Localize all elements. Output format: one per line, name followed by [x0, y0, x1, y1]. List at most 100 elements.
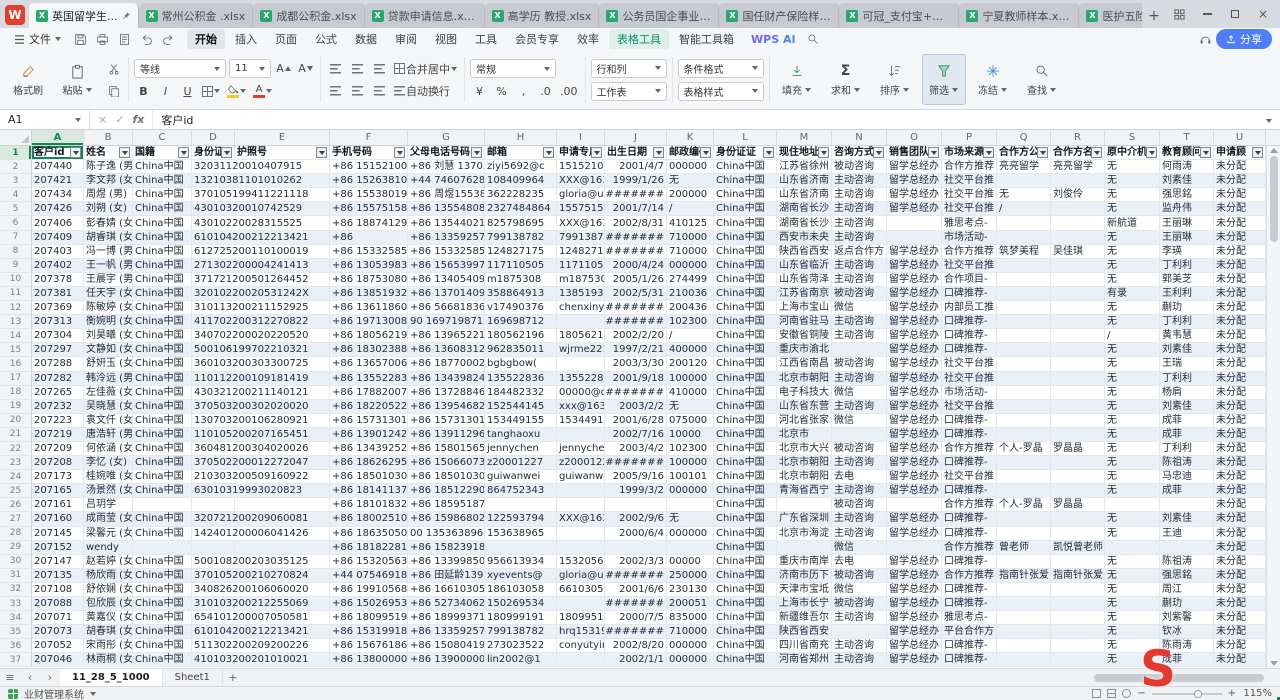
- cell[interactable]: 北京市朝阳: [777, 372, 832, 386]
- cell[interactable]: 吴佳琪: [1051, 245, 1105, 259]
- cell[interactable]: 207219: [32, 428, 84, 442]
- row-header-25[interactable]: 25: [0, 484, 32, 498]
- cell[interactable]: 重庆市南岸: [777, 555, 832, 569]
- row-header-34[interactable]: 34: [0, 611, 32, 625]
- cell[interactable]: 主动咨询: [832, 653, 887, 667]
- cell[interactable]: [997, 456, 1051, 470]
- cell[interactable]: 102300: [667, 442, 714, 456]
- cell[interactable]: 西安市未央: [777, 231, 832, 245]
- cell[interactable]: 留学总经办: [887, 555, 942, 569]
- header-cell-S[interactable]: 原中介机: [1105, 146, 1160, 160]
- cell[interactable]: 360103200303300725: [192, 357, 235, 371]
- cell[interactable]: 610104200212213421: [192, 625, 235, 639]
- header-cell-P[interactable]: 市场来源: [942, 146, 997, 160]
- cell[interactable]: [1051, 357, 1105, 371]
- cell[interactable]: jennychen: [557, 442, 605, 456]
- cell[interactable]: 刘素佳: [1160, 343, 1214, 357]
- cell[interactable]: 河南省郑州: [777, 653, 832, 667]
- cell[interactable]: China中国: [714, 287, 777, 301]
- cell[interactable]: 2001/6/28: [605, 414, 667, 428]
- cell[interactable]: 799138782: [485, 231, 557, 245]
- cell[interactable]: 刘朔 (女): [84, 202, 133, 216]
- cell[interactable]: [997, 386, 1051, 400]
- cell[interactable]: China中国: [714, 484, 777, 498]
- cell[interactable]: 口碑推荐-: [942, 512, 997, 526]
- cell[interactable]: China中国: [714, 329, 777, 343]
- cell[interactable]: +86 13552283: [330, 372, 408, 386]
- filter-dropdown-button[interactable]: [873, 147, 884, 158]
- cell[interactable]: 2002/3/3: [605, 555, 667, 569]
- filter-dropdown-button[interactable]: [543, 147, 554, 158]
- cell[interactable]: 重庆市渝北: [777, 343, 832, 357]
- cell[interactable]: 无: [1105, 188, 1160, 202]
- cell[interactable]: /: [667, 329, 714, 343]
- cut-button[interactable]: [104, 60, 123, 78]
- cell[interactable]: +86 刘慧 137052: [408, 160, 485, 174]
- insert-function-button[interactable]: fx: [132, 113, 144, 126]
- cell[interactable]: 153205635: [557, 555, 605, 569]
- cell[interactable]: 500106199702210321: [192, 343, 235, 357]
- cell[interactable]: 北京市朝阳: [777, 470, 832, 484]
- font-size-select[interactable]: 11: [229, 59, 271, 78]
- cell[interactable]: 10000: [667, 428, 714, 442]
- cell[interactable]: 207406: [32, 216, 84, 230]
- cell[interactable]: 无: [1105, 512, 1160, 526]
- wps-logo-icon[interactable]: W: [5, 5, 25, 25]
- zoom-slider-handle[interactable]: [1194, 690, 1202, 698]
- cell[interactable]: 社交平台推: [942, 188, 997, 202]
- cell[interactable]: China中国: [714, 653, 777, 667]
- cell[interactable]: 林雨桐 (女: [84, 653, 133, 667]
- cell[interactable]: [997, 555, 1051, 569]
- cell[interactable]: 无: [1105, 569, 1160, 583]
- column-header-F[interactable]: F: [330, 130, 408, 145]
- cell[interactable]: 310103200212255069: [192, 597, 235, 611]
- cell[interactable]: 864752343: [485, 484, 557, 498]
- cell[interactable]: [1051, 216, 1105, 230]
- cell[interactable]: [997, 625, 1051, 639]
- cell[interactable]: [667, 541, 714, 555]
- cell[interactable]: 207135: [32, 569, 84, 583]
- cell[interactable]: +86 15152100: [330, 160, 408, 174]
- cell[interactable]: [192, 541, 235, 555]
- cell[interactable]: +86 18182281: [330, 541, 408, 555]
- cell[interactable]: 社交平台推: [942, 357, 997, 371]
- cell[interactable]: China中国: [714, 372, 777, 386]
- cell[interactable]: 成菲: [1160, 484, 1214, 498]
- header-cell-F[interactable]: 手机号码: [330, 146, 408, 160]
- cell[interactable]: +86 15731301: [330, 414, 408, 428]
- header-cell-J[interactable]: 出生日期: [605, 146, 667, 160]
- column-header-N[interactable]: N: [832, 130, 887, 145]
- cell[interactable]: 个人-罗晶: [997, 442, 1051, 456]
- cell[interactable]: /: [997, 202, 1051, 216]
- cell[interactable]: China中国: [714, 498, 777, 512]
- filter-dropdown-button[interactable]: [1091, 147, 1102, 158]
- cell[interactable]: 未分配: [1214, 301, 1266, 315]
- cell[interactable]: 赵若婷 (女: [84, 555, 133, 569]
- cell[interactable]: 100000: [667, 372, 714, 386]
- column-header-L[interactable]: L: [714, 130, 777, 145]
- cell[interactable]: 207071: [32, 611, 84, 625]
- filter-dropdown-button[interactable]: [763, 147, 774, 158]
- cell[interactable]: China中国: [133, 597, 192, 611]
- row-header-20[interactable]: 20: [0, 414, 32, 428]
- header-cell-Q[interactable]: 合作方公: [997, 146, 1051, 160]
- cell[interactable]: 袁文仟 (女: [84, 414, 133, 428]
- cell[interactable]: 155751588: [557, 202, 605, 216]
- cell[interactable]: +86 1395468251: [408, 400, 485, 414]
- cell[interactable]: 180999191: [485, 611, 557, 625]
- header-cell-N[interactable]: 咨询方式: [832, 146, 887, 160]
- cell[interactable]: China中国: [133, 343, 192, 357]
- cell[interactable]: 王丽琳: [1160, 231, 1214, 245]
- cell[interactable]: 未分配: [1214, 414, 1266, 428]
- decrease-font-button[interactable]: A: [296, 60, 315, 78]
- paste-button[interactable]: 粘贴: [55, 54, 99, 105]
- cell[interactable]: China中国: [714, 555, 777, 569]
- previous-sheet-button[interactable]: ‹: [20, 669, 40, 686]
- cell[interactable]: 无: [1105, 456, 1160, 470]
- cell[interactable]: 207288: [32, 357, 84, 371]
- cell[interactable]: 丁利利: [1160, 315, 1214, 329]
- cell[interactable]: 上海市宝山: [777, 301, 832, 315]
- cell[interactable]: +86 15026953: [330, 597, 408, 611]
- redo-icon[interactable]: [160, 31, 176, 47]
- cell[interactable]: 陈敏婷 (女: [84, 301, 133, 315]
